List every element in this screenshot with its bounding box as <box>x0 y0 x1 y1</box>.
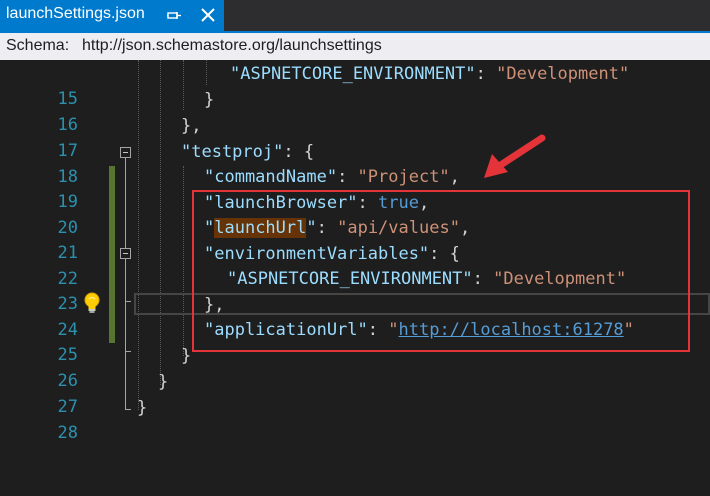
code-line-18: 18 "testproj": { <box>0 140 710 187</box>
tab-launchsettings[interactable]: launchSettings.json <box>0 0 224 31</box>
json-brace: } <box>137 398 148 418</box>
code-line-17: 17 }, <box>0 114 710 161</box>
close-icon[interactable] <box>200 6 216 24</box>
line-number: 28 <box>57 423 78 443</box>
schema-bar: Schema: http://json.schemastore.org/laun… <box>0 33 710 60</box>
red-arrow-icon <box>484 134 546 178</box>
json-key: "testproj" <box>181 142 284 162</box>
json-brace: }, <box>181 116 202 136</box>
json-brace: } <box>181 346 192 366</box>
code-line-27: 27 } <box>0 370 710 417</box>
code-line-19: 19 "commandName": "Project", <box>0 165 710 212</box>
tab-title: launchSettings.json <box>6 5 145 22</box>
annotation-box <box>192 190 690 352</box>
json-string: "Development" <box>496 64 630 84</box>
json-key: "commandName" <box>204 167 338 187</box>
code-line-28: 28 } <box>0 396 710 443</box>
code-editor[interactable]: 15 "ASPNETCORE_ENVIRONMENT": "Developmen… <box>0 60 710 443</box>
json-brace: } <box>158 372 169 392</box>
pin-icon[interactable] <box>167 6 181 24</box>
document-tab-bar: launchSettings.json <box>0 0 710 31</box>
json-key: "ASPNETCORE_ENVIRONMENT" <box>230 64 476 84</box>
json-string: "Project" <box>357 167 450 187</box>
schema-url[interactable]: http://json.schemastore.org/launchsettin… <box>82 37 382 55</box>
code-line-15: 15 "ASPNETCORE_ENVIRONMENT": "Developmen… <box>0 62 710 109</box>
schema-label: Schema: <box>6 37 70 54</box>
json-brace: } <box>204 90 215 110</box>
code-line-16: 16 } <box>0 88 710 135</box>
lightbulb-icon[interactable] <box>82 291 102 315</box>
